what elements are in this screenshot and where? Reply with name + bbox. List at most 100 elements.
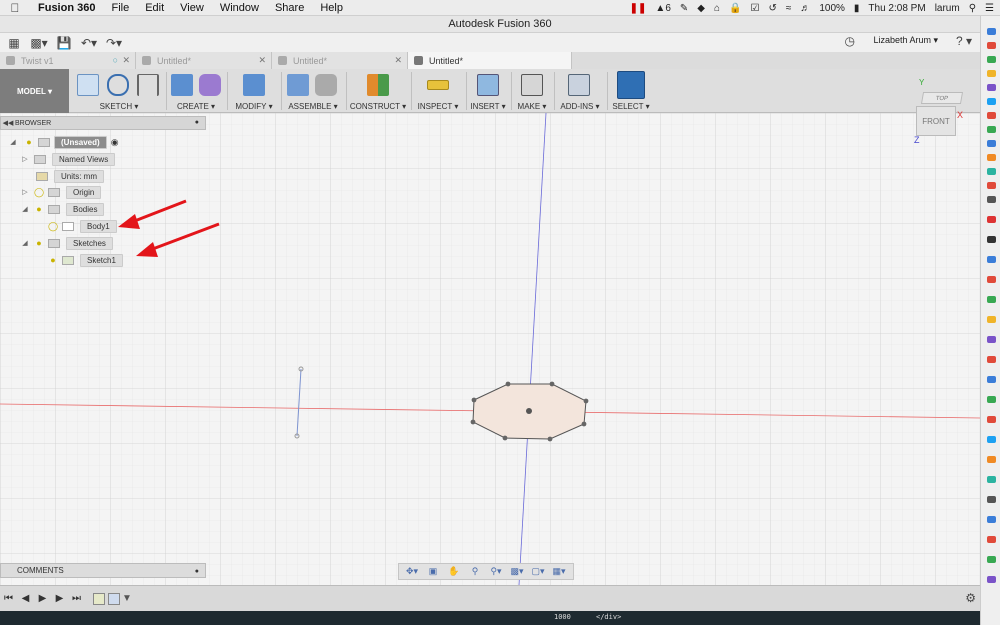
tab-untitled-2[interactable]: Untitled* ✕ [272,52,408,69]
dock-app-icon[interactable] [987,416,996,423]
dock-app-icon[interactable] [987,256,996,263]
extrude-icon[interactable] [171,74,193,96]
dock-app-icon[interactable] [987,196,996,203]
measure-icon[interactable] [427,80,449,90]
clock-text[interactable]: Thu 2:08 PM [868,3,925,14]
pin-icon[interactable]: ● [195,565,199,578]
3d-print-icon[interactable] [521,74,543,96]
dock-app-icon[interactable] [987,84,996,91]
modify-menu[interactable]: MODIFY ▾ [229,102,279,111]
dock-app-icon[interactable] [987,376,996,383]
workspace-switcher[interactable]: MODEL ▾ [0,69,69,113]
viewcube[interactable]: Y TOP FRONT X Z [914,78,982,148]
dock-app-icon[interactable] [987,336,996,343]
battery-icon[interactable]: ▮ [854,3,860,14]
expand-icon[interactable]: ▷ [20,155,30,163]
dock-app-icon[interactable] [987,154,996,161]
dock-app-icon[interactable] [987,98,996,105]
visibility-bulb-icon[interactable]: ● [24,137,34,148]
construct-menu[interactable]: CONSTRUCT ▾ [348,102,408,111]
browser-panel-header[interactable]: ◀◀ BROWSER ● [0,116,206,130]
close-icon[interactable]: ✕ [394,55,402,66]
tree-item-origin[interactable]: ▷ ◯ Origin [20,185,102,199]
step-back-icon[interactable]: ◀ [17,593,34,604]
tab-untitled-active[interactable]: Untitled* [408,52,572,69]
display-settings-icon[interactable]: ▩▾ [508,566,526,577]
volume-icon[interactable]: ♬ [800,3,810,14]
pin-icon[interactable]: ● [195,119,199,126]
tree-item-bodies[interactable]: ◢ ● Bodies [20,202,105,216]
menu-window[interactable]: Window [212,2,267,14]
dock-app-icon[interactable] [987,126,996,133]
visibility-bulb-icon[interactable]: ● [34,204,44,215]
assemble-menu[interactable]: ASSEMBLE ▾ [283,102,343,111]
data-panel-icon[interactable]: ▦ [3,35,25,51]
close-icon[interactable]: ✕ [122,55,130,66]
step-forward-icon[interactable]: ▶ [51,593,68,604]
timeline-marker-icon[interactable]: ▼ [122,593,132,604]
sketch-menu[interactable]: SKETCH ▾ [75,102,163,111]
save-icon[interactable]: 💾 [53,35,75,51]
apple-icon[interactable]:  [0,1,30,15]
redo-icon[interactable]: ↷▾ [103,35,125,51]
dock-app-icon[interactable] [987,140,996,147]
look-at-icon[interactable]: ▣ [424,566,442,577]
evernote-icon[interactable]: ✎ [680,3,688,14]
grid-settings-icon[interactable]: ▦▾ [550,566,568,577]
collapse-icon[interactable]: ◢ [20,239,30,247]
dock-app-icon[interactable] [987,28,996,35]
tree-item-named-views[interactable]: ▷ Named Views [20,152,116,166]
dock-app-icon[interactable] [987,236,996,243]
job-status-icon[interactable]: ◷ [845,34,855,48]
help-menu[interactable]: ? ▾ [956,34,972,48]
dock-app-icon[interactable] [987,556,996,563]
spline-icon[interactable] [107,74,129,96]
spotlight-icon[interactable]: ⚲ [969,3,976,14]
pause-icon[interactable]: ❚❚ [630,3,647,14]
tree-item-sketches[interactable]: ◢ ● Sketches [20,236,113,250]
dock-app-icon[interactable] [987,476,996,483]
undo-icon[interactable]: ↶▾ [78,35,100,51]
visual-style-icon[interactable]: ▢▾ [529,566,547,577]
select-menu[interactable]: SELECT ▾ [609,102,653,111]
new-component-icon[interactable] [287,74,309,96]
center-point[interactable] [526,408,532,414]
visibility-bulb-icon[interactable]: ● [34,238,44,249]
scripts-icon[interactable] [568,74,590,96]
user-account-menu[interactable]: Lizabeth Arum ▾ [873,35,938,46]
go-to-start-icon[interactable]: ⏮ [0,593,17,604]
menu-share[interactable]: Share [267,2,312,14]
visibility-bulb-icon[interactable]: ◯ [34,187,44,198]
collapse-icon[interactable]: ◢ [20,205,30,213]
tree-root[interactable]: ◢ ● (Unsaved) ◉ [8,135,119,149]
menu-file[interactable]: File [103,2,137,14]
time-machine-icon[interactable]: ↺ [768,3,776,14]
add-ins-menu[interactable]: ADD-INS ▾ [556,102,604,111]
make-menu[interactable]: MAKE ▾ [513,102,551,111]
dock-app-icon[interactable] [987,356,996,363]
menu-view[interactable]: View [172,2,212,14]
create-menu[interactable]: CREATE ▾ [168,102,224,111]
dock-app-icon[interactable] [987,276,996,283]
viewcube-front-face[interactable]: FRONT [916,106,956,136]
wifi-icon[interactable]: ≈ [786,3,792,14]
dock-app-icon[interactable] [987,436,996,443]
tree-item-units[interactable]: Units: mm [30,169,104,183]
viewcube-top-face[interactable]: TOP [920,92,964,104]
gear-icon[interactable]: ⚙ [965,591,976,605]
fit-icon[interactable]: ⚲▾ [487,566,505,577]
dock-app-icon[interactable] [987,112,996,119]
check-icon[interactable]: ☑ [750,3,759,14]
dimension-icon[interactable] [137,74,159,96]
expand-icon[interactable]: ◢ [8,138,18,146]
dock-app-icon[interactable] [987,456,996,463]
tab-twist-v1[interactable]: Twist v1 ○ ✕ [0,52,136,69]
dock-app-icon[interactable] [987,168,996,175]
user-name[interactable]: larum [935,3,960,14]
notifications-icon[interactable]: ☰ [985,3,994,14]
file-menu-icon[interactable]: ▩▾ [28,35,50,51]
expand-icon[interactable]: ▷ [20,188,30,196]
dock-app-icon[interactable] [987,516,996,523]
dock-app-icon[interactable] [987,296,996,303]
tree-item-body1[interactable]: ◯ Body1 [48,219,117,233]
